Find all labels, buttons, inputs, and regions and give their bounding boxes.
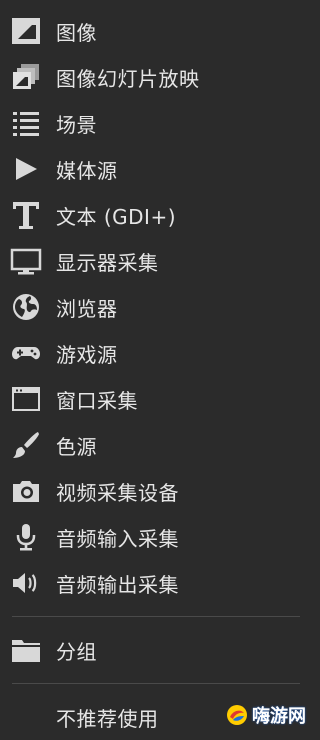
watermark-logo-icon (227, 705, 247, 725)
folder-icon (8, 632, 44, 668)
menu-item-label: 游戏源 (56, 342, 118, 367)
gamepad-icon (8, 335, 44, 371)
menu-item-scene[interactable]: 场景 (0, 100, 316, 146)
menu-item-display-capture[interactable]: 显示器采集 (0, 238, 316, 284)
menu-item-label: 视频采集设备 (56, 480, 179, 505)
menu-item-label: 图像 (56, 20, 97, 45)
menu-separator (12, 683, 300, 684)
menu-item-label: 不推荐使用 (56, 706, 159, 731)
watermark: 嗨游网 (226, 702, 306, 728)
play-icon (8, 151, 44, 187)
menu-item-label: 显示器采集 (56, 250, 159, 275)
image-icon (8, 13, 44, 49)
menu-item-label: 场景 (56, 112, 97, 137)
menu-item-label: 窗口采集 (56, 388, 138, 413)
globe-icon (8, 289, 44, 325)
list-icon (8, 105, 44, 141)
menu-item-browser[interactable]: 浏览器 (0, 284, 316, 330)
menu-item-text-gdi[interactable]: 文本 (GDI+) (0, 192, 316, 238)
menu-item-label: 色源 (56, 434, 97, 459)
menu-item-label: 浏览器 (56, 296, 118, 321)
menu-item-label: 音频输出采集 (56, 572, 179, 597)
menu-item-color-source[interactable]: 色源 (0, 422, 316, 468)
menu-item-label: 文本 (GDI+) (56, 204, 177, 229)
menu-item-game-capture[interactable]: 游戏源 (0, 330, 316, 376)
menu-item-label: 音频输入采集 (56, 526, 179, 551)
menu-item-slideshow[interactable]: 图像幻灯片放映 (0, 54, 316, 100)
text-icon (8, 197, 44, 233)
add-source-menu: 图像 图像幻灯片放映 场景 媒体源 文本 (GDI+) 显示器采集 浏览器 游戏… (0, 8, 316, 740)
menu-item-window-capture[interactable]: 窗口采集 (0, 376, 316, 422)
menu-item-label: 图像幻灯片放映 (56, 66, 200, 91)
menu-item-image[interactable]: 图像 (0, 8, 316, 54)
monitor-icon (8, 243, 44, 279)
menu-item-label: 分组 (56, 639, 97, 664)
slideshow-icon (8, 59, 44, 95)
menu-item-group[interactable]: 分组 (0, 627, 316, 673)
menu-item-audio-output-capture[interactable]: 音频输出采集 (0, 560, 316, 606)
camera-icon (8, 473, 44, 509)
menu-item-media-source[interactable]: 媒体源 (0, 146, 316, 192)
menu-item-video-capture-device[interactable]: 视频采集设备 (0, 468, 316, 514)
menu-item-audio-input-capture[interactable]: 音频输入采集 (0, 514, 316, 560)
empty-icon-slot (8, 699, 44, 735)
watermark-text: 嗨游网 (252, 706, 306, 727)
brush-icon (8, 427, 44, 463)
menu-separator (12, 616, 300, 617)
menu-item-label: 媒体源 (56, 158, 118, 183)
speaker-icon (8, 565, 44, 601)
microphone-icon (8, 519, 44, 555)
window-icon (8, 381, 44, 417)
